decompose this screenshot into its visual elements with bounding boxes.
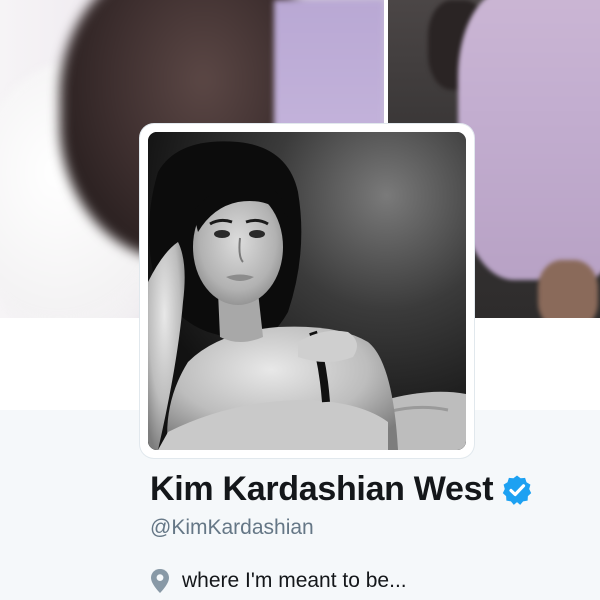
photo-detail: [458, 0, 600, 280]
avatar-photo: [148, 132, 466, 450]
location-text: where I'm meant to be...: [182, 569, 407, 592]
profile-avatar[interactable]: [148, 132, 466, 450]
verified-badge-icon: [503, 475, 532, 505]
profile-location: where I'm meant to be...: [150, 568, 407, 594]
photo-detail: [538, 260, 598, 318]
display-name-text[interactable]: Kim Kardashian West: [150, 470, 494, 509]
location-pin-icon: [151, 569, 169, 593]
profile-avatar-frame[interactable]: [140, 124, 474, 458]
profile-display-name[interactable]: Kim Kardashian West: [150, 470, 533, 509]
profile-page: Kim Kardashian West @KimKardashian where…: [0, 0, 600, 600]
profile-handle[interactable]: @KimKardashian: [150, 516, 314, 540]
